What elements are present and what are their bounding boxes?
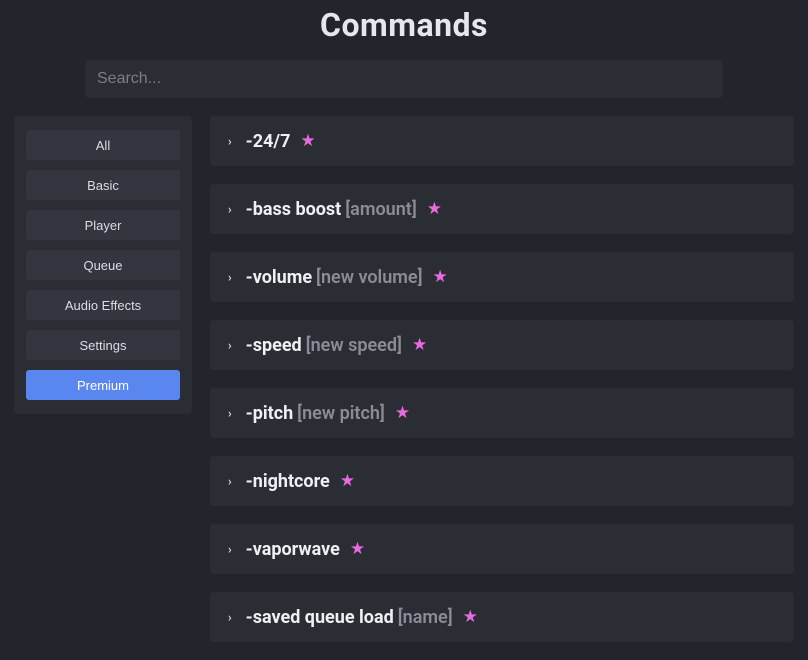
star-icon: ★ xyxy=(433,269,448,286)
sidebar: All Basic Player Queue Audio Effects Settings… xyxy=(14,116,192,414)
page-title: Commands xyxy=(0,6,808,44)
command-name: -24/7 xyxy=(246,131,291,152)
command-row[interactable]: › -nightcore ★ xyxy=(210,456,794,506)
chevron-right-icon: › xyxy=(228,610,232,624)
commands-list: › -24/7 ★ › -bass boost [amount] ★ › -volume [n… xyxy=(210,116,794,642)
command-row[interactable]: › -volume [new volume] ★ xyxy=(210,252,794,302)
header: Commands xyxy=(0,0,808,60)
sidebar-item-label: Queue xyxy=(83,258,122,273)
command-name: -bass boost xyxy=(246,199,342,220)
sidebar-item-label: Basic xyxy=(87,178,119,193)
chevron-right-icon: › xyxy=(228,474,232,488)
search-input[interactable] xyxy=(85,60,723,98)
command-name: -speed xyxy=(246,335,302,356)
command-args: [new speed] xyxy=(306,335,402,356)
content: All Basic Player Queue Audio Effects Settings… xyxy=(0,116,808,642)
star-icon: ★ xyxy=(412,337,427,354)
chevron-right-icon: › xyxy=(228,134,232,148)
command-row[interactable]: › -speed [new speed] ★ xyxy=(210,320,794,370)
command-row[interactable]: › -24/7 ★ xyxy=(210,116,794,166)
search-wrap xyxy=(0,60,808,116)
sidebar-item-all[interactable]: All xyxy=(26,130,180,160)
command-args: [name] xyxy=(398,607,453,628)
command-args: [new pitch] xyxy=(297,403,385,424)
chevron-right-icon: › xyxy=(228,542,232,556)
sidebar-item-label: Premium xyxy=(77,378,129,393)
command-row[interactable]: › -vaporwave ★ xyxy=(210,524,794,574)
sidebar-item-settings[interactable]: Settings xyxy=(26,330,180,360)
command-args: [amount] xyxy=(345,199,417,220)
sidebar-item-label: Audio Effects xyxy=(65,298,141,313)
sidebar-item-label: Player xyxy=(85,218,122,233)
star-icon: ★ xyxy=(340,473,355,490)
star-icon: ★ xyxy=(395,405,410,422)
chevron-right-icon: › xyxy=(228,406,232,420)
command-name: -vaporwave xyxy=(246,539,340,560)
command-name: -pitch xyxy=(246,403,294,424)
command-row[interactable]: › -pitch [new pitch] ★ xyxy=(210,388,794,438)
sidebar-item-label: All xyxy=(96,138,110,153)
sidebar-item-label: Settings xyxy=(80,338,127,353)
command-name: -saved queue load xyxy=(246,607,394,628)
star-icon: ★ xyxy=(350,541,365,558)
command-args: [new volume] xyxy=(316,267,422,288)
command-name: -nightcore xyxy=(246,471,330,492)
sidebar-item-premium[interactable]: Premium xyxy=(26,370,180,400)
sidebar-item-basic[interactable]: Basic xyxy=(26,170,180,200)
command-row[interactable]: › -bass boost [amount] ★ xyxy=(210,184,794,234)
command-row[interactable]: › -saved queue load [name] ★ xyxy=(210,592,794,642)
sidebar-item-queue[interactable]: Queue xyxy=(26,250,180,280)
chevron-right-icon: › xyxy=(228,202,232,216)
star-icon: ★ xyxy=(463,609,478,626)
chevron-right-icon: › xyxy=(228,270,232,284)
command-name: -volume xyxy=(246,267,312,288)
star-icon: ★ xyxy=(427,201,442,218)
chevron-right-icon: › xyxy=(228,338,232,352)
sidebar-item-audio-effects[interactable]: Audio Effects xyxy=(26,290,180,320)
star-icon: ★ xyxy=(300,133,315,150)
sidebar-item-player[interactable]: Player xyxy=(26,210,180,240)
